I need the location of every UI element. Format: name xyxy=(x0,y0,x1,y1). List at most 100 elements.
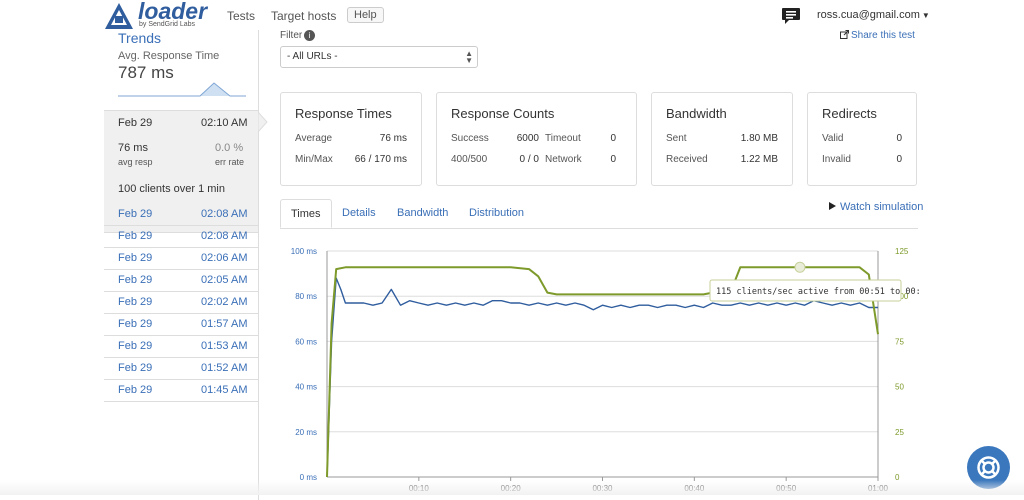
hover-point xyxy=(794,261,806,273)
bottom-fade xyxy=(0,480,1024,495)
chart-y-left-tick: 60 ms xyxy=(295,337,317,346)
run-row[interactable]: Feb 29 01:53 AM xyxy=(104,335,258,358)
network-value: 0 xyxy=(610,154,616,165)
run-date: Feb 29 xyxy=(118,252,153,264)
loader-logo-icon xyxy=(105,3,133,29)
loader-logo[interactable]: loader by SendGrid Labs xyxy=(104,0,207,32)
r400-label: 400/500 xyxy=(451,154,488,165)
trends-sidebar: Trends Avg. Response Time 787 ms Feb 29 … xyxy=(104,30,268,500)
tab-distribution[interactable]: Distribution xyxy=(469,207,524,219)
chart-y-left-tick: 80 ms xyxy=(295,292,317,301)
run-date: Feb 29 xyxy=(118,362,153,374)
selected-err-value: 0.0 % xyxy=(215,142,244,154)
top-navbar: loader by SendGrid Labs Tests Target hos… xyxy=(0,0,1024,34)
trend-sparkline xyxy=(118,82,246,97)
tab-details[interactable]: Details xyxy=(342,207,376,219)
chart-y-left-tick: 100 ms xyxy=(291,247,317,256)
url-filter-value: - All URLs - xyxy=(287,51,338,62)
redirects-card: Redirects Valid 0 Invalid 0 xyxy=(807,92,917,186)
selected-err-label: err rate xyxy=(215,157,245,167)
tab-bandwidth[interactable]: Bandwidth xyxy=(397,207,448,219)
select-arrows-icon: ▲ ▼ xyxy=(465,49,473,65)
network-label: Network xyxy=(545,154,582,165)
run-row[interactable]: Feb 29 02:06 AM xyxy=(104,247,258,270)
run-date: Feb 29 xyxy=(118,230,153,242)
response-times-card: Response Times Average 76 ms Min/Max 66 … xyxy=(280,92,422,186)
watch-simulation-link[interactable]: Watch simulation xyxy=(829,201,923,213)
response-times-title: Response Times xyxy=(295,106,392,121)
chart-y-right-tick: 25 xyxy=(895,428,904,437)
run-row[interactable]: Feb 29 01:57 AM xyxy=(104,313,258,336)
info-icon[interactable]: i xyxy=(304,30,315,41)
chart-tooltip-text: 115 clients/sec active from 00:51 to 00:… xyxy=(716,287,920,297)
sent-label: Sent xyxy=(666,133,687,144)
run-date: Feb 29 xyxy=(118,340,153,352)
url-filter-select[interactable]: - All URLs - ▲ ▼ xyxy=(280,46,478,68)
run-row[interactable]: Feb 29 01:52 AM xyxy=(104,357,258,380)
success-value: 6000 xyxy=(516,133,539,144)
share-test-label: Share this test xyxy=(851,30,915,41)
selected-run-arrow xyxy=(258,112,268,132)
run-row[interactable]: Feb 29 02:05 AM xyxy=(104,269,258,292)
redirects-title: Redirects xyxy=(822,106,877,121)
chart-y-right-tick: 75 xyxy=(895,337,904,346)
selected-avg-resp-value: 76 ms xyxy=(118,142,148,154)
response-time-series-line xyxy=(326,277,878,478)
tab-times[interactable]: Times xyxy=(280,199,332,228)
share-icon xyxy=(840,30,849,39)
chat-icon[interactable] xyxy=(781,7,801,25)
selected-run-date: Feb 29 xyxy=(118,117,153,129)
run-row[interactable]: Feb 29 02:08 AM xyxy=(104,225,258,248)
selected-clients-summary: 100 clients over 1 min xyxy=(118,183,225,195)
chart-y-left-tick: 20 ms xyxy=(295,428,317,437)
run-time: 01:53 AM xyxy=(201,340,248,352)
caret-down-icon: ▼ xyxy=(921,11,930,20)
user-email: ross.cua@gmail.com xyxy=(817,9,920,21)
share-test-link[interactable]: Share this test xyxy=(840,30,915,41)
average-label: Average xyxy=(295,133,333,144)
help-button[interactable]: Help xyxy=(347,7,384,23)
timeout-label: Timeout xyxy=(545,133,581,144)
run-time: 01:45 AM xyxy=(201,384,248,396)
chart-y-left-tick: 40 ms xyxy=(295,383,317,392)
nav-tests-link[interactable]: Tests xyxy=(227,9,255,23)
filter-label: Filter xyxy=(280,30,303,41)
run-row[interactable]: Feb 29 01:45 AM xyxy=(104,379,258,402)
run-time: 02:05 AM xyxy=(201,274,248,286)
watch-simulation-label: Watch simulation xyxy=(840,201,924,213)
response-counts-card: Response Counts Success 6000 Timeout 0 4… xyxy=(436,92,637,186)
avg-response-label: Avg. Response Time xyxy=(118,50,220,62)
run-time: 01:52 AM xyxy=(201,362,248,374)
chart-tabs: Times Details Bandwidth Distribution xyxy=(280,199,918,229)
success-label: Success xyxy=(451,133,489,144)
trends-title[interactable]: Trends xyxy=(118,30,161,46)
logo-subtitle: by SendGrid Labs xyxy=(139,21,196,28)
run-time: 02:06 AM xyxy=(201,252,248,264)
chart-y-right-tick: 50 xyxy=(895,383,904,392)
selected-avg-resp-label: avg resp xyxy=(118,157,153,167)
user-menu[interactable]: ross.cua@gmail.com ▼ xyxy=(817,9,930,21)
run-row[interactable]: Feb 29 02:02 AM xyxy=(104,291,258,314)
selected-run-time: 02:10 AM xyxy=(201,117,248,129)
run-date: Feb 29 xyxy=(118,274,153,286)
received-label: Received xyxy=(666,154,708,165)
response-time-chart[interactable]: 0 ms20 ms40 ms60 ms80 ms100 ms0255075100… xyxy=(280,240,920,495)
invalid-value: 0 xyxy=(896,154,902,165)
run-time: 01:57 AM xyxy=(201,318,248,330)
run-date: Feb 29 xyxy=(118,296,153,308)
minmax-value: 66 / 170 ms xyxy=(354,154,407,165)
invalid-label: Invalid xyxy=(822,154,851,165)
run-time: 02:08 AM xyxy=(201,230,248,242)
received-value: 1.22 MB xyxy=(740,154,778,165)
run-date: Feb 29 xyxy=(118,208,153,220)
run-row[interactable]: Feb 29 02:08 AM xyxy=(104,203,258,226)
response-counts-title: Response Counts xyxy=(451,106,555,121)
valid-value: 0 xyxy=(896,133,902,144)
run-date: Feb 29 xyxy=(118,318,153,330)
play-icon xyxy=(829,202,836,210)
nav-target-hosts-link[interactable]: Target hosts xyxy=(271,9,336,23)
run-date: Feb 29 xyxy=(118,384,153,396)
r400-value: 0 / 0 xyxy=(519,154,539,165)
run-time: 02:02 AM xyxy=(201,296,248,308)
timeout-value: 0 xyxy=(610,133,616,144)
